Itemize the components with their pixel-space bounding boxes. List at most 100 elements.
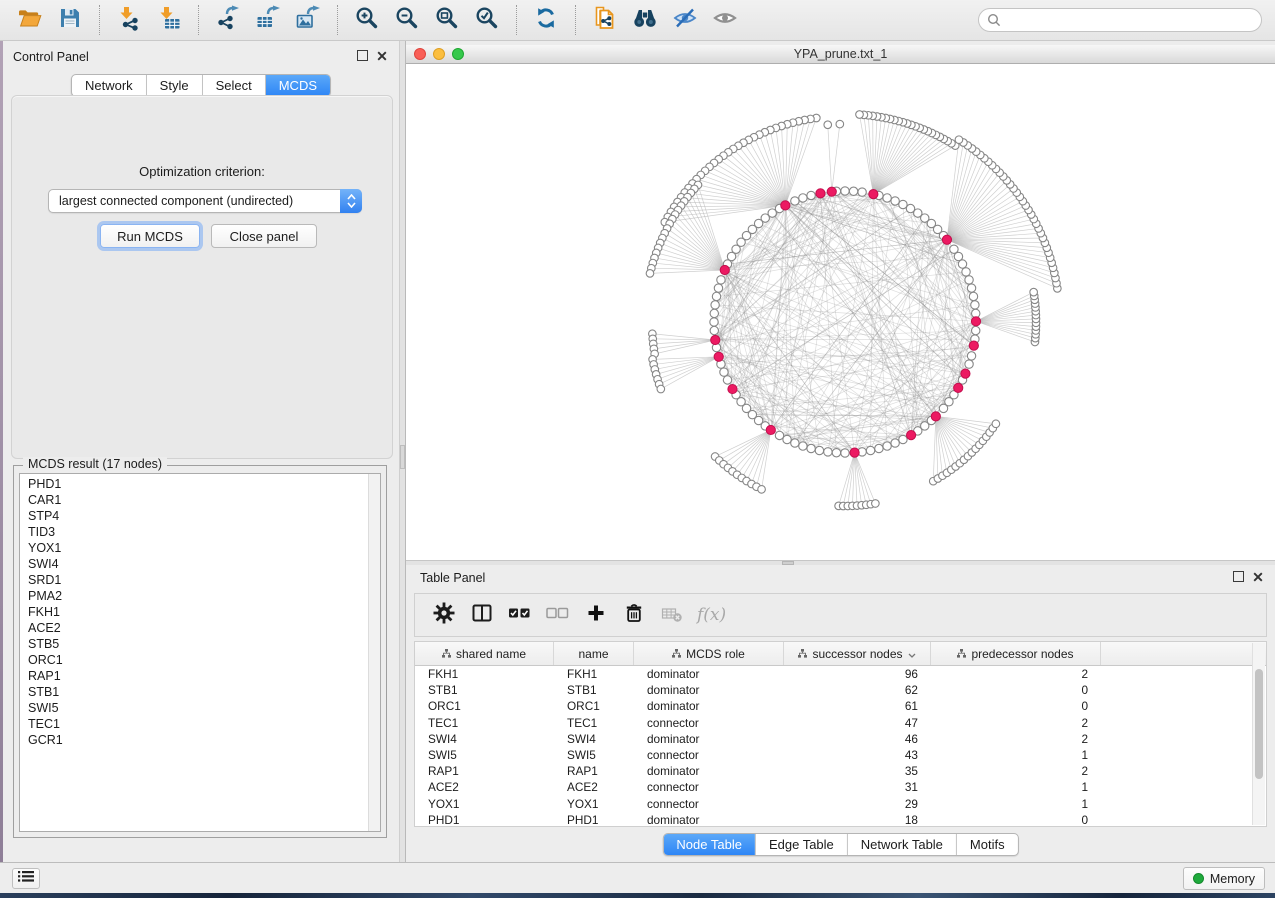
save-session-button[interactable] — [54, 4, 86, 36]
vertical-split-divider[interactable] — [399, 41, 406, 862]
open-file-button[interactable] — [14, 4, 46, 36]
mcds-hub-node[interactable] — [766, 425, 775, 434]
mcds-hub-node[interactable] — [728, 384, 737, 393]
table-scrollbar[interactable] — [1252, 643, 1265, 825]
refresh-button[interactable] — [530, 4, 562, 36]
mcds-result-item[interactable]: GCR1 — [20, 732, 368, 748]
network-window-titlebar[interactable]: YPA_prune.txt_1 — [406, 45, 1275, 64]
tab-network-table[interactable]: Network Table — [848, 834, 957, 855]
table-scrollbar-thumb[interactable] — [1255, 669, 1263, 779]
mcds-result-item[interactable]: TEC1 — [20, 716, 368, 732]
mcds-result-item[interactable]: ACE2 — [20, 620, 368, 636]
mcds-result-item[interactable]: SRD1 — [20, 572, 368, 588]
search-input[interactable] — [1001, 13, 1261, 28]
table-row[interactable]: YOX1YOX1connector291 — [415, 796, 1266, 812]
delete-table-button[interactable] — [657, 600, 687, 630]
tab-motifs[interactable]: Motifs — [957, 834, 1018, 855]
network-graph[interactable] — [406, 64, 1275, 560]
create-column-button[interactable] — [581, 600, 611, 630]
mcds-hub-node[interactable] — [781, 201, 790, 210]
mcds-hub-node[interactable] — [714, 352, 723, 361]
table-row[interactable]: TEC1TEC1connector472 — [415, 715, 1266, 731]
mcds-hub-node[interactable] — [720, 265, 729, 274]
table-row[interactable]: SWI5SWI5connector431 — [415, 747, 1266, 763]
mcds-result-item[interactable]: SWI4 — [20, 556, 368, 572]
node-table[interactable]: shared namenameMCDS rolesuccessor nodesp… — [414, 641, 1267, 827]
hide-labels-button[interactable] — [669, 4, 701, 36]
mcds-result-item[interactable]: STB5 — [20, 636, 368, 652]
mcds-result-item[interactable]: CAR1 — [20, 492, 368, 508]
mcds-hub-node[interactable] — [816, 189, 825, 198]
mcds-hub-node[interactable] — [954, 383, 963, 392]
clone-network-button[interactable] — [589, 4, 621, 36]
table-row[interactable]: PHD1PHD1dominator180 — [415, 812, 1266, 827]
delete-column-button[interactable] — [619, 600, 649, 630]
function-builder-button[interactable]: f(x) — [697, 605, 726, 625]
mcds-hub-node[interactable] — [906, 431, 915, 440]
table-row[interactable]: RAP1RAP1dominator352 — [415, 763, 1266, 779]
zoom-out-button[interactable] — [391, 4, 423, 36]
close-panel-icon[interactable] — [1253, 572, 1263, 582]
task-history-button[interactable] — [12, 868, 40, 889]
search-network-button[interactable] — [629, 4, 661, 36]
search-box[interactable] — [978, 8, 1262, 32]
column-header-MCDS-role[interactable]: MCDS role — [634, 642, 784, 665]
table-row[interactable]: ACE2ACE2connector311 — [415, 779, 1266, 795]
float-panel-icon[interactable] — [357, 50, 368, 61]
mcds-result-item[interactable]: PHD1 — [20, 476, 368, 492]
criterion-dropdown[interactable]: largest connected component (undirected) — [48, 189, 362, 213]
mcds-result-item[interactable]: STP4 — [20, 508, 368, 524]
import-network-button[interactable] — [113, 4, 145, 36]
tab-network[interactable]: Network — [72, 75, 147, 96]
mcds-result-item[interactable]: ORC1 — [20, 652, 368, 668]
close-panel-icon[interactable] — [377, 51, 387, 61]
mcds-hub-node[interactable] — [711, 335, 720, 344]
network-canvas[interactable] — [406, 64, 1275, 560]
table-row[interactable]: SWI4SWI4dominator462 — [415, 731, 1266, 747]
mcds-list-scrollbar[interactable] — [368, 474, 380, 831]
mcds-result-item[interactable]: TID3 — [20, 524, 368, 540]
column-header-name[interactable]: name — [554, 642, 634, 665]
column-header-shared-name[interactable]: shared name — [415, 642, 554, 665]
show-graphics-button[interactable] — [709, 4, 741, 36]
mcds-result-item[interactable]: YOX1 — [20, 540, 368, 556]
mcds-result-item[interactable]: RAP1 — [20, 668, 368, 684]
tab-node-table[interactable]: Node Table — [663, 834, 756, 855]
zoom-selected-button[interactable] — [471, 4, 503, 36]
tab-edge-table[interactable]: Edge Table — [756, 834, 848, 855]
tab-mcds[interactable]: MCDS — [266, 75, 330, 96]
zoom-in-button[interactable] — [351, 4, 383, 36]
table-settings-button[interactable] — [429, 600, 459, 630]
zoom-fit-button[interactable] — [431, 4, 463, 36]
split-handle-vertical[interactable] — [400, 445, 405, 469]
export-network-button[interactable] — [212, 4, 244, 36]
mcds-result-list[interactable]: PHD1CAR1STP4TID3YOX1SWI4SRD1PMA2FKH1ACE2… — [19, 473, 381, 832]
mcds-result-item[interactable]: PMA2 — [20, 588, 368, 604]
table-row[interactable]: FKH1FKH1dominator962 — [415, 666, 1266, 682]
import-table-button[interactable] — [153, 4, 185, 36]
mcds-result-item[interactable]: FKH1 — [20, 604, 368, 620]
memory-button[interactable]: Memory — [1183, 867, 1265, 890]
close-panel-button[interactable]: Close panel — [211, 224, 317, 248]
deselect-all-rows-button[interactable] — [543, 600, 573, 630]
run-mcds-button[interactable]: Run MCDS — [100, 224, 200, 248]
mcds-hub-node[interactable] — [850, 448, 859, 457]
table-row[interactable]: STB1STB1dominator620 — [415, 682, 1266, 698]
select-all-rows-button[interactable] — [505, 600, 535, 630]
tab-select[interactable]: Select — [203, 75, 266, 96]
mcds-result-item[interactable]: SWI5 — [20, 700, 368, 716]
export-table-button[interactable] — [252, 4, 284, 36]
mcds-hub-node[interactable] — [961, 369, 970, 378]
column-header-predecessor-nodes[interactable]: predecessor nodes — [931, 642, 1101, 665]
mcds-hub-node[interactable] — [971, 317, 980, 326]
float-panel-icon[interactable] — [1233, 571, 1244, 582]
mcds-hub-node[interactable] — [931, 412, 940, 421]
mcds-hub-node[interactable] — [827, 187, 836, 196]
column-header-successor-nodes[interactable]: successor nodes — [784, 642, 931, 665]
mcds-result-item[interactable]: STB1 — [20, 684, 368, 700]
export-image-button[interactable] — [292, 4, 324, 36]
mcds-hub-node[interactable] — [869, 190, 878, 199]
table-row[interactable]: ORC1ORC1dominator610 — [415, 698, 1266, 714]
tab-style[interactable]: Style — [147, 75, 203, 96]
mcds-hub-node[interactable] — [942, 235, 951, 244]
